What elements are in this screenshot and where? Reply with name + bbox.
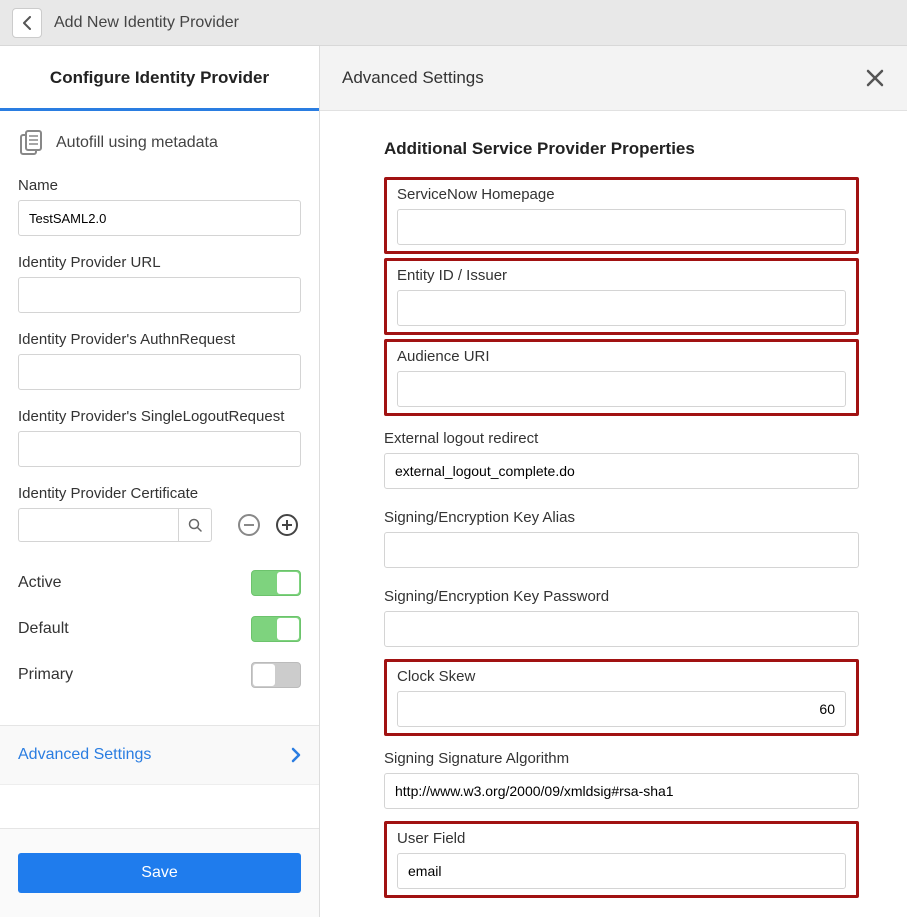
plus-circle-icon <box>275 513 299 537</box>
field-user_field-label: User Field <box>397 830 846 847</box>
field-clock_skew-input[interactable] <box>397 691 846 727</box>
close-button[interactable] <box>865 68 885 88</box>
minus-circle-icon <box>237 513 261 537</box>
field-entity_id: Entity ID / Issuer <box>384 258 859 335</box>
default-toggle-label: Default <box>18 620 69 638</box>
app-header: Add New Identity Provider <box>0 0 907 46</box>
primary-toggle-label: Primary <box>18 666 73 684</box>
field-sig_alg-label: Signing Signature Algorithm <box>384 750 859 767</box>
name-label: Name <box>18 177 301 194</box>
document-copy-icon <box>18 129 46 157</box>
main-title: Advanced Settings <box>342 68 484 88</box>
slo-input[interactable] <box>18 431 301 467</box>
cert-search-button[interactable] <box>178 508 212 542</box>
autofill-label: Autofill using metadata <box>56 134 218 152</box>
field-clock_skew: Clock Skew <box>384 659 859 736</box>
name-input[interactable] <box>18 200 301 236</box>
default-toggle[interactable] <box>251 616 301 642</box>
field-sig_alg: Signing Signature Algorithm <box>384 744 859 815</box>
field-audience_uri: Audience URI <box>384 339 859 416</box>
field-key_pw-label: Signing/Encryption Key Password <box>384 588 859 605</box>
field-user_field-input[interactable] <box>397 853 846 889</box>
field-ext_logout-label: External logout redirect <box>384 430 859 447</box>
idp-url-input[interactable] <box>18 277 301 313</box>
authn-label: Identity Provider's AuthnRequest <box>18 331 301 348</box>
primary-toggle[interactable] <box>251 662 301 688</box>
field-entity_id-input[interactable] <box>397 290 846 326</box>
close-icon <box>865 68 885 88</box>
save-button[interactable]: Save <box>18 853 301 893</box>
field-entity_id-label: Entity ID / Issuer <box>397 267 846 284</box>
active-toggle[interactable] <box>251 570 301 596</box>
chevron-right-icon <box>291 747 301 763</box>
field-clock_skew-label: Clock Skew <box>397 668 846 685</box>
authn-input[interactable] <box>18 354 301 390</box>
field-homepage: ServiceNow Homepage <box>384 177 859 254</box>
autofill-metadata[interactable]: Autofill using metadata <box>18 129 301 157</box>
slo-label: Identity Provider's SingleLogoutRequest <box>18 408 301 425</box>
advanced-settings-label: Advanced Settings <box>18 746 151 764</box>
field-sig_alg-input[interactable] <box>384 773 859 809</box>
field-key_alias-input[interactable] <box>384 532 859 568</box>
back-button[interactable] <box>12 8 42 38</box>
field-ext_logout-input[interactable] <box>384 453 859 489</box>
active-toggle-label: Active <box>18 574 62 592</box>
field-user_field: User Field <box>384 821 859 898</box>
main-panel: Advanced Settings Additional Service Pro… <box>320 46 907 917</box>
page-title: Add New Identity Provider <box>54 14 239 32</box>
field-key_alias: Signing/Encryption Key Alias <box>384 503 859 574</box>
advanced-settings-link[interactable]: Advanced Settings <box>0 725 319 784</box>
field-audience_uri-label: Audience URI <box>397 348 846 365</box>
field-key_pw: Signing/Encryption Key Password <box>384 582 859 653</box>
remove-cert-button[interactable] <box>235 511 263 539</box>
sidebar-heading: Configure Identity Provider <box>0 46 319 111</box>
search-icon <box>188 518 202 532</box>
field-key_alias-label: Signing/Encryption Key Alias <box>384 509 859 526</box>
cert-label: Identity Provider Certificate <box>18 485 301 502</box>
field-homepage-input[interactable] <box>397 209 846 245</box>
field-ext_logout: External logout redirect <box>384 424 859 495</box>
sidebar: Configure Identity Provider Autofill usi… <box>0 46 320 917</box>
field-homepage-label: ServiceNow Homepage <box>397 186 846 203</box>
chevron-left-icon <box>22 16 32 30</box>
cert-input[interactable] <box>18 508 178 542</box>
field-key_pw-input[interactable] <box>384 611 859 647</box>
add-cert-button[interactable] <box>273 511 301 539</box>
field-audience_uri-input[interactable] <box>397 371 846 407</box>
idp-url-label: Identity Provider URL <box>18 254 301 271</box>
main-section-title: Additional Service Provider Properties <box>384 139 859 159</box>
